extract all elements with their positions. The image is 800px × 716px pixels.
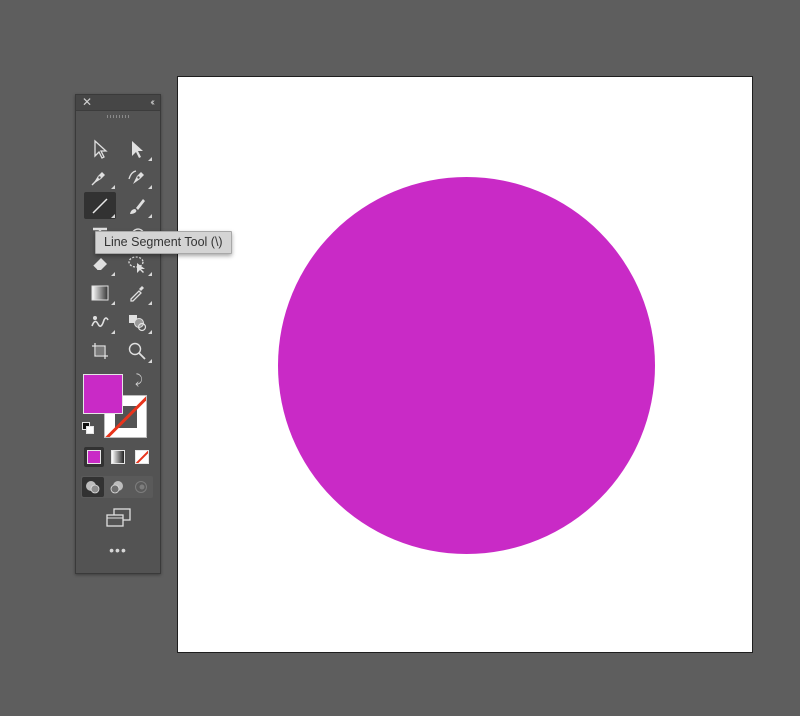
line-segment-tool[interactable] bbox=[84, 192, 116, 219]
tools-panel: ✕ ‹‹ ⤸ ••• bbox=[75, 94, 161, 574]
none-mode-button[interactable] bbox=[132, 447, 152, 467]
panel-grip[interactable] bbox=[107, 115, 129, 118]
curvature-tool[interactable] bbox=[121, 163, 153, 190]
arrow-outline-icon bbox=[94, 139, 108, 159]
draw-normal-button[interactable] bbox=[82, 477, 104, 497]
change-screen-mode-button[interactable] bbox=[104, 507, 134, 529]
magenta-circle[interactable] bbox=[278, 177, 655, 554]
warp-icon bbox=[91, 316, 109, 328]
zoom-tool[interactable] bbox=[121, 337, 153, 364]
line-icon bbox=[92, 198, 108, 214]
swap-fill-stroke-icon[interactable]: ⤸ bbox=[135, 373, 149, 387]
fill-color-swatch[interactable] bbox=[83, 374, 123, 414]
screen-mode-icon bbox=[106, 508, 131, 527]
eyedropper-tool[interactable] bbox=[121, 279, 153, 306]
default-fill-stroke-icon[interactable] bbox=[82, 422, 95, 435]
draw-inside-icon bbox=[135, 481, 147, 493]
tool-tooltip: Line Segment Tool (\) bbox=[95, 231, 232, 254]
direct-selection-tool[interactable] bbox=[121, 135, 153, 162]
zoom-icon bbox=[128, 342, 146, 360]
artboard[interactable] bbox=[177, 76, 753, 653]
color-mode-button[interactable] bbox=[84, 447, 104, 467]
shape-builder-icon bbox=[129, 315, 147, 332]
puppet-warp-tool[interactable] bbox=[84, 308, 116, 335]
pen-icon bbox=[91, 172, 105, 186]
eraser-tool[interactable] bbox=[84, 250, 116, 277]
draw-normal-icon bbox=[86, 481, 100, 494]
draw-inside-button[interactable] bbox=[130, 477, 152, 497]
artboard-tool[interactable] bbox=[84, 337, 116, 364]
artboard-icon bbox=[92, 343, 108, 359]
selection-tool[interactable] bbox=[84, 135, 116, 162]
eyedropper-icon bbox=[130, 286, 144, 302]
draw-modes-group bbox=[81, 476, 153, 498]
gradient-tool[interactable] bbox=[84, 279, 116, 306]
close-icon[interactable]: ✕ bbox=[82, 95, 92, 110]
collapse-icon[interactable]: ‹‹ bbox=[150, 95, 154, 110]
draw-behind-button[interactable] bbox=[106, 477, 128, 497]
arrow-solid-icon bbox=[132, 141, 143, 158]
gradient-mode-button[interactable] bbox=[108, 447, 128, 467]
shape-builder-tool[interactable] bbox=[121, 308, 153, 335]
gradient-icon bbox=[91, 285, 109, 301]
lasso-icon bbox=[128, 256, 145, 273]
paintbrush-tool[interactable] bbox=[121, 192, 153, 219]
panel-header[interactable]: ✕ ‹‹ bbox=[76, 95, 160, 111]
pen-tool[interactable] bbox=[84, 163, 116, 190]
edit-toolbar-button[interactable]: ••• bbox=[103, 542, 133, 558]
curvature-pen-icon bbox=[128, 170, 144, 184]
lasso-select-tool[interactable] bbox=[121, 250, 153, 277]
eraser-icon bbox=[92, 258, 107, 271]
draw-behind-icon bbox=[110, 481, 123, 494]
brush-icon bbox=[130, 199, 145, 214]
